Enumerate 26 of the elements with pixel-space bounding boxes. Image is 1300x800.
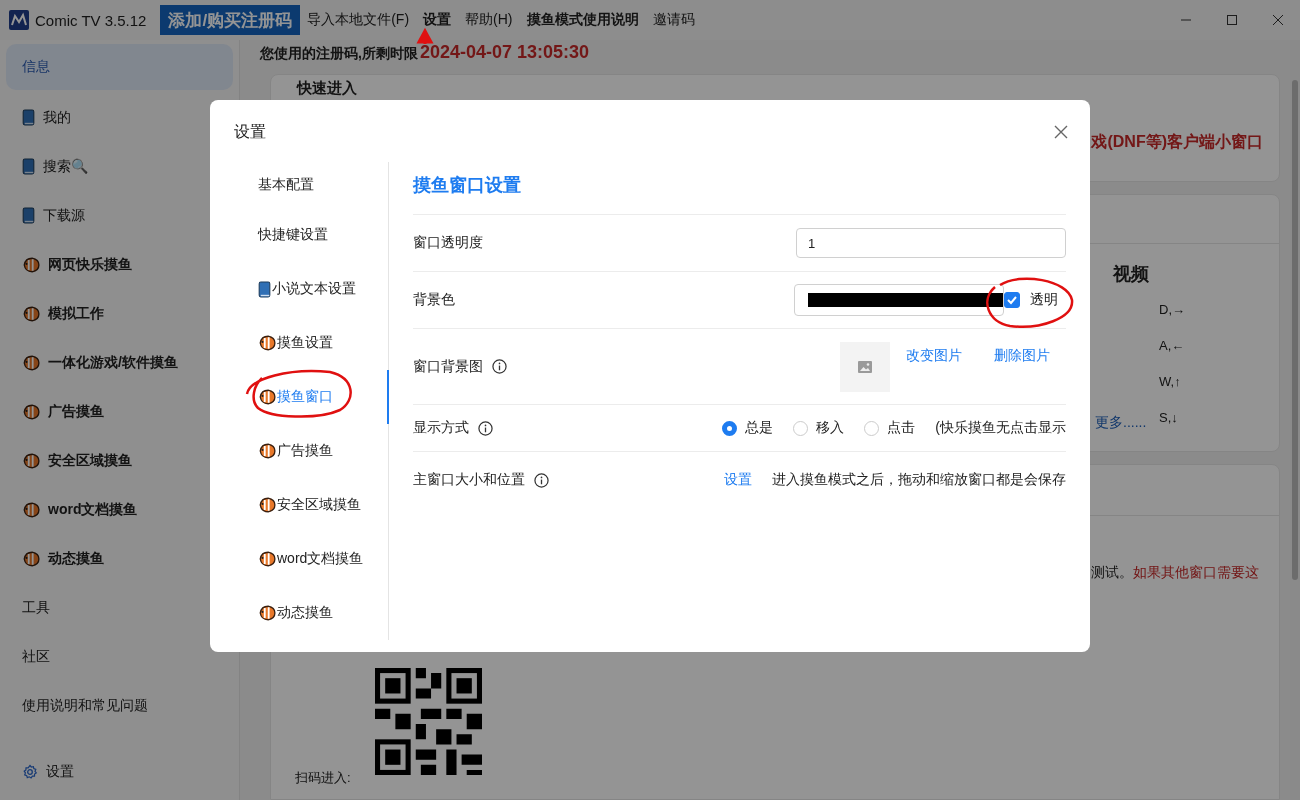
radio-label: 点击 <box>887 419 916 437</box>
warning-text: 戏(DNF等)客户端小窗口 <box>1091 132 1263 152</box>
qr-label: 扫码进入: <box>295 769 351 787</box>
field-label: 窗口透明度 <box>413 234 483 252</box>
warning-text: 如果其他窗口需要这 <box>1133 564 1259 580</box>
radio-label: 移入 <box>816 419 845 437</box>
shortcut-key: D,→ <box>1159 292 1219 328</box>
field-label: 显示方式 <box>413 419 469 437</box>
hint-text: (快乐摸鱼无点击显示 <box>935 419 1066 437</box>
shortcut-key: S,↓ <box>1159 400 1219 436</box>
card-title: 快速进入 <box>297 80 358 96</box>
field-label: 背景色 <box>413 291 455 309</box>
field-label: 窗口背景图 <box>413 357 483 376</box>
shortcut-key: A,← <box>1159 328 1219 364</box>
hint-text: 进入摸鱼模式之后，拖动和缩放窗口都是会保存 <box>772 471 1066 489</box>
license-expiry: 2024-04-07 13:05:30 <box>419 42 590 63</box>
section-title: 视频 <box>1113 263 1149 286</box>
radio-label: 总是 <box>745 419 774 437</box>
shortcut-key: W,↑ <box>1159 364 1219 400</box>
checkbox-label: 透明 <box>1030 291 1058 309</box>
license-label: 您使用的注册码,所剩时限 <box>260 45 418 63</box>
field-label: 主窗口大小和位置 <box>413 471 525 489</box>
app-title: Comic TV 3.5.12 <box>35 11 147 29</box>
section-heading: 摸鱼窗口设置 <box>413 162 1066 215</box>
dialog-title: 设置 <box>234 121 266 142</box>
notice-text: 测试。 <box>1091 564 1133 580</box>
